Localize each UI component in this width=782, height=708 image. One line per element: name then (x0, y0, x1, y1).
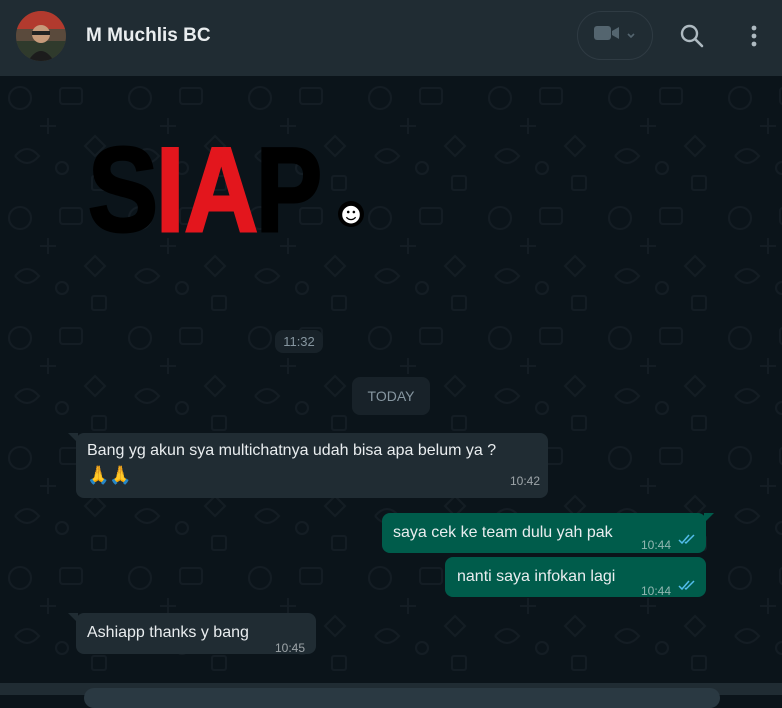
message-emoji: 🙏🙏 (87, 465, 132, 486)
chat-header: M Muchlis BC (0, 0, 782, 76)
message-time: 10:44 (641, 584, 672, 598)
contact-name[interactable]: M Muchlis BC (86, 25, 211, 47)
message-text: saya cek ke team dulu yah pak (393, 524, 613, 541)
sticker-letter-p: P (256, 128, 322, 240)
video-camera-icon (594, 24, 620, 47)
message-text: Bang yg akun sya multichatnya udah bisa … (87, 442, 497, 459)
message-input[interactable] (84, 688, 720, 708)
search-icon[interactable] (678, 22, 706, 50)
message-outgoing[interactable]: saya cek ke team dulu yah pak 10:44 (382, 513, 714, 553)
siap-sticker[interactable]: S IA P ☻ (87, 122, 388, 259)
contact-avatar[interactable] (16, 11, 66, 61)
date-divider: TODAY (352, 377, 430, 415)
bubble-tail (68, 613, 78, 623)
sticker-letter-s: S (88, 128, 158, 240)
message-incoming[interactable]: Bang yg akun sya multichatnya udah bisa … (68, 433, 548, 498)
message-text: nanti saya infokan lagi (457, 568, 616, 585)
sticker-letters-ia: IA (156, 128, 258, 240)
video-call-button[interactable] (577, 11, 653, 60)
bubble-tail (704, 513, 714, 523)
message-outgoing[interactable]: nanti saya infokan lagi 10:44 (445, 557, 706, 598)
sticker-timestamp: 11:32 (275, 330, 323, 353)
message-text: Ashiapp thanks y bang (87, 624, 249, 641)
message-time: 10:44 (641, 538, 672, 552)
read-ticks-icon (678, 534, 695, 545)
message-incoming[interactable]: Ashiapp thanks y bang 10:45 (68, 613, 316, 655)
message-time: 10:42 (509, 474, 540, 488)
message-list[interactable]: S IA P ☻ 11:32 TODAY Bang yg akun sya mu… (0, 76, 782, 695)
more-vertical-icon[interactable] (740, 22, 768, 50)
message-time: 10:45 (275, 641, 306, 655)
smiley-icon: ☻ (341, 203, 362, 227)
bubble-tail (68, 433, 78, 443)
chevron-down-icon (626, 27, 636, 45)
read-ticks-icon (678, 580, 695, 591)
